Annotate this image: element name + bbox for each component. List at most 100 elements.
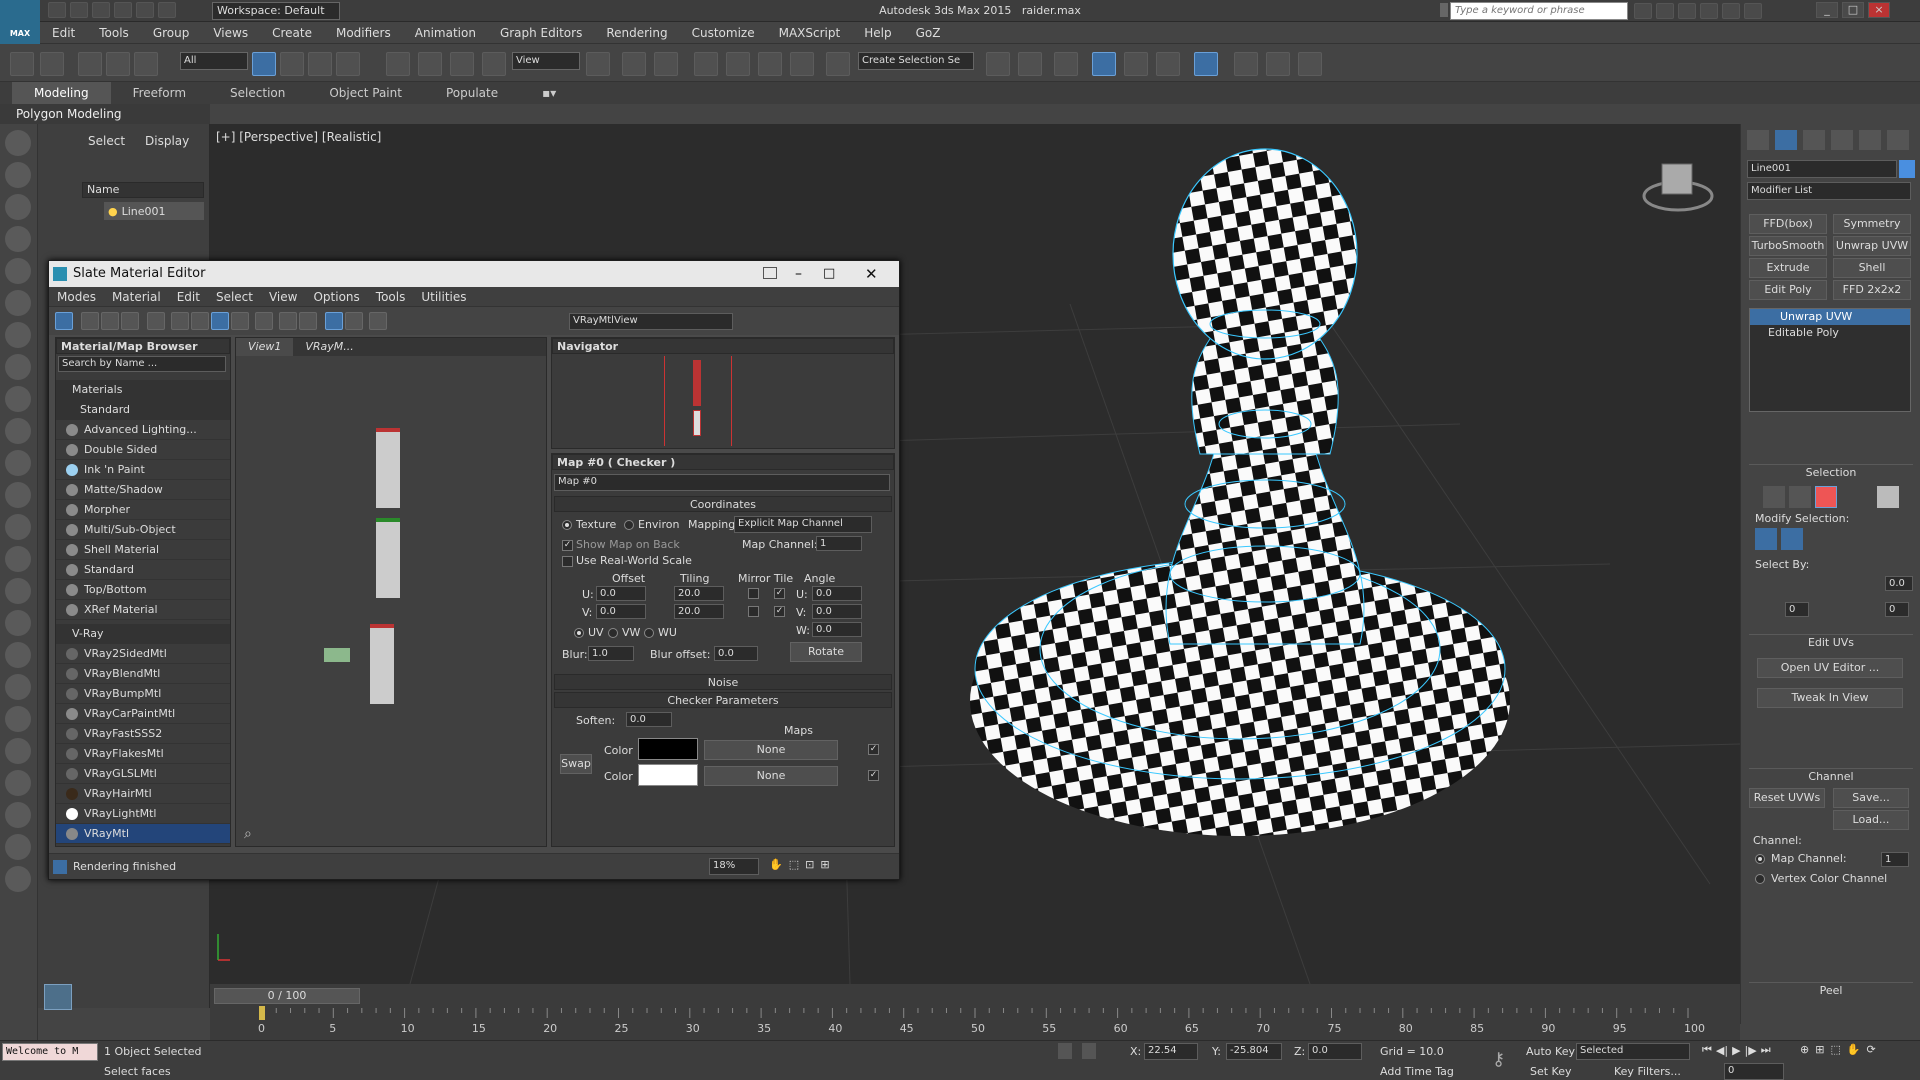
polygon-mode-icon[interactable]	[1815, 486, 1837, 508]
slate-menu-select[interactable]: Select	[208, 287, 261, 307]
slate-menu-material[interactable]: Material	[104, 287, 169, 307]
v-offset-field[interactable]: 0.0	[596, 604, 646, 619]
morph-icon[interactable]	[5, 738, 31, 764]
lights-icon[interactable]	[5, 226, 31, 252]
dynamics-icon[interactable]	[5, 578, 31, 604]
display-tab-icon[interactable]	[1859, 130, 1881, 150]
undo-icon[interactable]	[10, 52, 34, 76]
menu-rendering[interactable]: Rendering	[594, 22, 679, 44]
render-setup-icon[interactable]	[1234, 52, 1258, 76]
close-button[interactable]: ×	[1868, 2, 1890, 18]
color2-map-button[interactable]: None	[704, 766, 838, 786]
layers-icon[interactable]	[5, 834, 31, 860]
slate-menu-edit[interactable]: Edit	[169, 287, 208, 307]
assign-material-icon[interactable]	[121, 312, 139, 330]
u-mirror-checkbox[interactable]	[748, 588, 759, 599]
new-file-icon[interactable]	[48, 2, 66, 18]
lightbulb-icon[interactable]: ●	[108, 205, 118, 218]
color1-swatch[interactable]	[638, 738, 698, 760]
slate-menu-utilities[interactable]: Utilities	[413, 287, 474, 307]
spacewarps-icon[interactable]	[5, 322, 31, 348]
list-item[interactable]: VRayFlakesMtl	[56, 744, 230, 764]
modifier-symmetry-button[interactable]: Symmetry	[1833, 214, 1911, 234]
utilities-tab-icon[interactable]	[1887, 130, 1909, 150]
v-tile-checkbox[interactable]: ✓	[774, 606, 785, 617]
zoom-all-icon[interactable]: ⊞	[1815, 1043, 1824, 1056]
zoom-icon[interactable]: ⊕	[1800, 1043, 1809, 1056]
ref-coord-dropdown[interactable]: View	[512, 52, 580, 70]
pan-icon[interactable]: ✋	[769, 858, 783, 871]
swap-button[interactable]: Swap	[560, 754, 592, 774]
render-production-icon[interactable]	[1298, 52, 1322, 76]
plant-icon[interactable]	[5, 674, 31, 700]
box-icon[interactable]	[5, 354, 31, 380]
zoom-dropdown[interactable]: 18%	[709, 858, 759, 875]
edit-named-selection-icon[interactable]	[826, 52, 850, 76]
w-angle-field[interactable]: 0.0	[812, 622, 862, 637]
u-offset-field[interactable]: 0.0	[596, 586, 646, 601]
soften-field[interactable]: 0.0	[626, 712, 672, 727]
map-channel-field[interactable]: 1	[1881, 852, 1909, 867]
list-item[interactable]: Morpher	[56, 500, 230, 520]
blur-field[interactable]: 1.0	[588, 646, 634, 661]
cameras-icon[interactable]	[5, 258, 31, 284]
time-slider[interactable]: 0 / 100	[214, 988, 360, 1004]
group-materials[interactable]: Materials	[56, 380, 230, 400]
lock-icon[interactable]	[1082, 1043, 1096, 1059]
modify-tab-icon[interactable]	[1775, 130, 1797, 150]
zoom-region-icon[interactable]: ⬚	[789, 858, 799, 871]
texture-radio[interactable]	[562, 520, 572, 530]
globe-icon[interactable]	[5, 642, 31, 668]
polygon-modeling-panel[interactable]: Polygon Modeling	[0, 104, 210, 124]
list-item[interactable]: VRayCarPaintMtl	[56, 704, 230, 724]
browser-search-input[interactable]: Search by Name ...	[58, 356, 226, 372]
menu-help[interactable]: Help	[852, 22, 903, 44]
scene-explorer-icon[interactable]	[1054, 52, 1078, 76]
isolate-icon[interactable]	[1058, 1043, 1072, 1059]
layout-icon[interactable]	[763, 267, 777, 279]
peel-rollout-header[interactable]: Peel	[1749, 982, 1913, 998]
uv-radio[interactable]	[574, 628, 584, 638]
menu-create[interactable]: Create	[260, 22, 324, 44]
group-vray[interactable]: V-Ray	[56, 624, 230, 644]
menu-animation[interactable]: Animation	[403, 22, 488, 44]
map-channel-radio[interactable]	[1755, 854, 1765, 864]
star-icon[interactable]	[1700, 3, 1718, 19]
key-filters-button[interactable]: Key Filters...	[1614, 1065, 1681, 1078]
object-name-field[interactable]: Line001	[1747, 160, 1897, 178]
material-map-browser-icon[interactable]	[325, 312, 343, 330]
edit-uvs-rollout-header[interactable]: Edit UVs	[1749, 634, 1913, 650]
coordinates-rollout-header[interactable]: Coordinates	[554, 496, 892, 512]
material-editor-icon[interactable]	[1194, 52, 1218, 76]
tab-modeling[interactable]: Modeling	[12, 82, 111, 104]
auto-key-button[interactable]: Auto Key	[1526, 1045, 1575, 1058]
scene-item[interactable]: ● Line001	[104, 202, 204, 220]
tools-icon[interactable]	[1678, 3, 1696, 19]
zoom-extents-icon[interactable]: ⬚	[1830, 1043, 1840, 1056]
channel-rollout-header[interactable]: Channel	[1749, 768, 1913, 784]
layout-all-icon[interactable]	[279, 312, 297, 330]
search-input[interactable]: Type a keyword or phrase	[1450, 2, 1628, 20]
hide-unused-icon[interactable]	[191, 312, 209, 330]
vertex-mode-icon[interactable]	[1763, 486, 1785, 508]
modifier-ffd-2x2x2-button[interactable]: FFD 2x2x2	[1833, 280, 1911, 300]
help-circle-icon[interactable]	[5, 866, 31, 892]
align-icon[interactable]	[1018, 52, 1042, 76]
mirror-icon[interactable]	[986, 52, 1010, 76]
color2-swatch[interactable]	[638, 764, 698, 786]
list-item[interactable]: XRef Material	[56, 600, 230, 620]
key-mode-dropdown[interactable]: Selected	[1576, 1043, 1690, 1060]
slate-menu-options[interactable]: Options	[305, 287, 367, 307]
set-key-button[interactable]: Set Key	[1530, 1065, 1572, 1078]
pivot-icon[interactable]	[586, 52, 610, 76]
y-coordinate-field[interactable]: -25.804	[1226, 1043, 1282, 1060]
group-standard[interactable]: Standard	[56, 400, 230, 420]
list-item[interactable]: VRayFastSSS2	[56, 724, 230, 744]
next-frame-icon[interactable]: |▶	[1745, 1044, 1757, 1057]
vw-radio[interactable]	[608, 628, 618, 638]
list-item[interactable]: Advanced Lighting...	[56, 420, 230, 440]
maxscript-listener[interactable]: Welcome to M	[2, 1043, 98, 1061]
list-item[interactable]: Standard	[56, 560, 230, 580]
wu-radio[interactable]	[644, 628, 654, 638]
node-view[interactable]: View1 VRayM... ⌕	[235, 337, 547, 847]
